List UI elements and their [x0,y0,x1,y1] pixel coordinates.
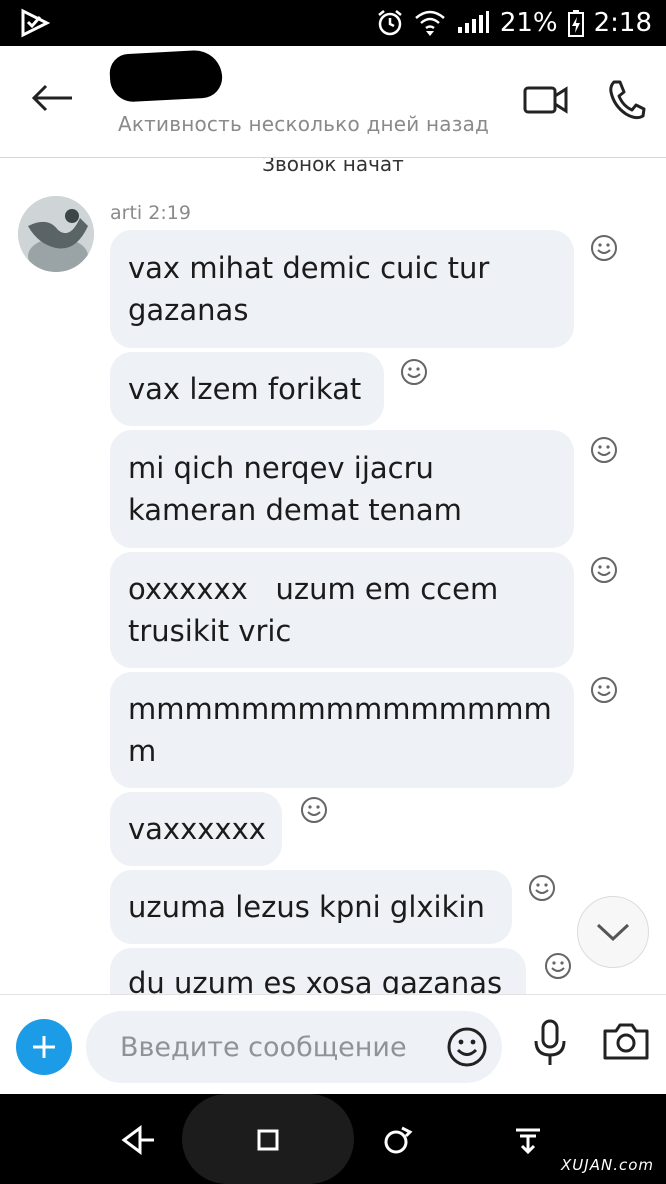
message-bubble[interactable]: vax lzem forikat [110,352,384,426]
camera-icon [603,1023,649,1060]
add-reaction-icon[interactable] [590,556,618,584]
microphone-icon [534,1019,566,1065]
add-attachment-button[interactable] [16,1019,72,1075]
battery-charging-icon [567,9,584,37]
message-time: 2:19 [148,202,191,224]
message-text-line: vax lzem forikat [128,372,362,406]
sender-name: arti [110,202,143,224]
watermark: XUJAN.com [561,1156,654,1174]
arrow-left-icon [31,84,72,112]
app-logo-icon [21,8,50,38]
message-text-line: vax mihat demic cuic tur [128,251,490,285]
avatar[interactable] [18,196,94,272]
add-reaction-icon[interactable] [300,796,328,824]
message-list[interactable]: Звонок начат arti 2:19 vax mihat demic c… [0,158,666,994]
message-bubble[interactable]: uzuma lezus kpni glxikin [110,870,512,944]
message-text-line: uzuma lezus kpni glxikin [128,890,485,924]
signal-icon [456,11,490,35]
message-text-line: mi qich nerqev ijacru [128,451,434,485]
nav-back-icon[interactable] [120,1122,156,1158]
message-bubble[interactable]: oxxxxxx uzum em ccem trusikit vric [110,552,574,668]
battery-percent: 21% [499,8,558,38]
message-text-line: kameran demat tenam [128,493,462,527]
add-reaction-icon[interactable] [528,874,556,902]
nav-home-icon[interactable] [250,1122,286,1158]
video-camera-icon [523,86,568,114]
add-reaction-icon[interactable] [590,436,618,464]
back-button[interactable] [26,76,78,120]
scroll-to-bottom-button[interactable] [577,896,649,968]
message-text-line: oxxxxxx uzum em ccem [128,572,499,606]
chat-header: Активность несколько дней назад [0,46,666,158]
add-reaction-icon[interactable] [400,358,428,386]
call-started-notice: Звонок начат [262,158,404,176]
message-text-line: vaxxxxxx [128,812,266,846]
message-bubble[interactable]: mmmmmmmmmmmmmmm m [110,672,574,788]
voice-message-button[interactable] [532,1019,568,1067]
message-bubble[interactable]: du uzum es xosa gazanas [110,948,526,994]
activity-status: Активность несколько дней назад [118,112,490,136]
status-time: 2:18 [593,8,652,38]
voice-call-button[interactable] [606,78,646,122]
message-bubble[interactable]: vax mihat demic cuic tur gazanas [110,230,574,348]
message-meta: arti 2:19 [110,202,191,224]
message-bubble[interactable]: mi qich nerqev ijacru kameran demat tena… [110,430,574,548]
message-text-line: du uzum es xosa gazanas [128,966,503,994]
message-composer [0,994,666,1094]
alarm-icon [376,9,404,37]
status-bar: 21% 2:18 [0,0,666,46]
message-text-line: mmmmmmmmmmmmmmm [128,692,552,726]
chevron-down-icon [596,923,630,942]
message-text-line: gazanas [128,293,249,327]
message-text-line: trusikit vric [128,614,292,648]
plus-icon [33,1036,55,1058]
add-reaction-icon[interactable] [590,234,618,262]
message-text-line: m [128,734,157,768]
message-input[interactable] [120,1029,440,1065]
wifi-icon [414,9,446,37]
phone-icon [609,80,646,120]
redacted-contact-name [108,49,224,103]
add-reaction-icon[interactable] [590,676,618,704]
add-reaction-icon[interactable] [544,952,572,980]
video-call-button[interactable] [522,82,570,118]
smiley-icon [447,1027,487,1067]
message-input-container [86,1011,502,1083]
camera-button[interactable] [602,1021,650,1061]
nav-recents-icon[interactable] [380,1122,416,1158]
emoji-button[interactable] [446,1026,488,1068]
nav-notifications-icon[interactable] [510,1122,546,1158]
android-nav-bar: XUJAN.com [0,1094,666,1184]
message-bubble[interactable]: vaxxxxxx [110,792,282,866]
